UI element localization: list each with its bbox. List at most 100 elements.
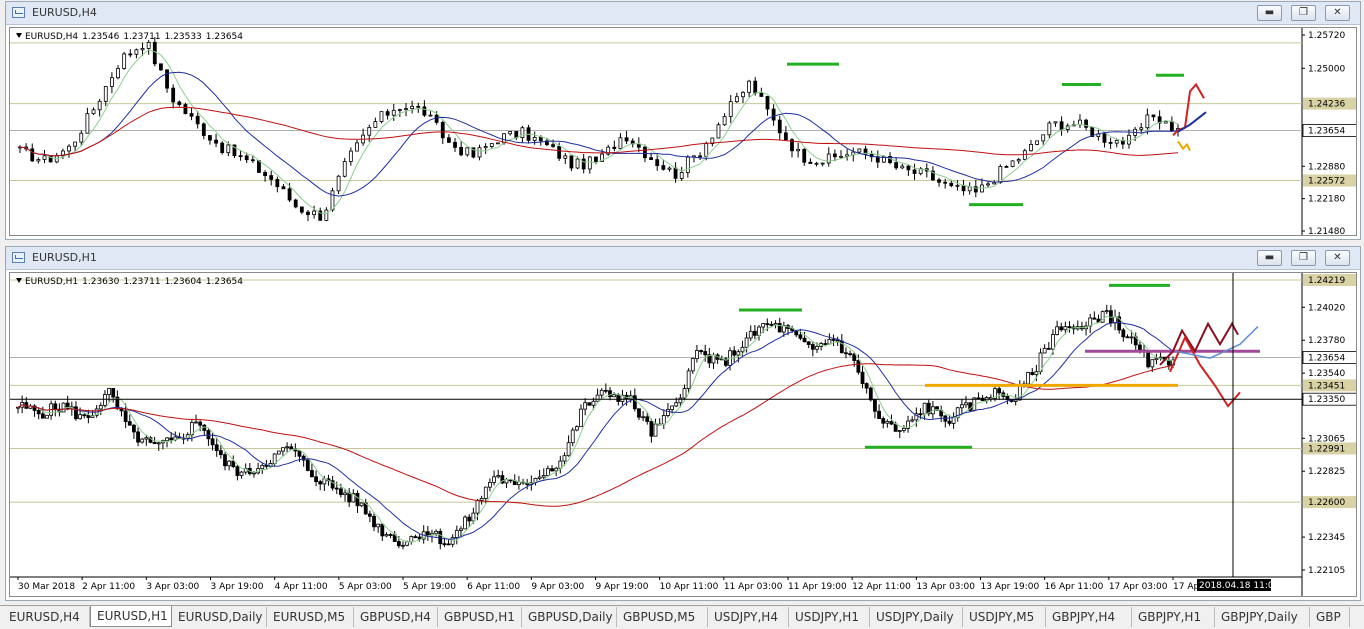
- chart-tab-eurusd-h4[interactable]: EURUSD,H4: [3, 607, 90, 627]
- candle-body: [1041, 134, 1046, 142]
- candle-body: [322, 478, 327, 485]
- restore-button[interactable]: ❐: [1291, 250, 1316, 266]
- chart-tab-eurusd-m5[interactable]: EURUSD,M5: [267, 607, 354, 627]
- chart-tab-gbp[interactable]: GBP: [1310, 607, 1350, 627]
- candle-body: [1154, 357, 1159, 361]
- close-button[interactable]: ✕: [1325, 250, 1350, 266]
- chart-tab-usdjpy-h1[interactable]: USDJPY,H1: [789, 607, 870, 627]
- candle-body: [777, 119, 782, 134]
- candle-body: [520, 127, 525, 139]
- candle-body: [894, 162, 899, 169]
- candle-body: [902, 428, 906, 431]
- candle-body: [897, 430, 902, 432]
- candle-body: [86, 414, 91, 418]
- candle-body: [873, 399, 877, 412]
- window-titlebar[interactable]: EURUSD,H1 ▬ ❐ ✕: [6, 247, 1360, 270]
- candle-body: [587, 402, 592, 406]
- candle-body: [835, 339, 840, 342]
- restore-button[interactable]: ❐: [1291, 5, 1316, 21]
- chart-tab-gbpusd-h4[interactable]: GBPUSD,H4: [354, 607, 438, 627]
- candle-body: [741, 91, 745, 98]
- chart-tab-gbpusd-daily[interactable]: GBPUSD,Daily: [522, 607, 617, 627]
- candle-body: [947, 420, 952, 424]
- candle-body: [111, 388, 116, 398]
- candle-body: [330, 190, 335, 211]
- candle-body: [103, 86, 108, 102]
- collapse-triangle-icon[interactable]: [16, 33, 22, 38]
- candle-body: [263, 172, 267, 177]
- minimize-button[interactable]: ▬: [1257, 250, 1282, 266]
- chart-tab-gbpjpy-h4[interactable]: GBPJPY,H4: [1046, 607, 1132, 627]
- candle-body: [699, 350, 703, 352]
- candle-body: [1034, 371, 1039, 375]
- window-titlebar[interactable]: EURUSD,H4 ▬ ❐ ✕: [6, 2, 1360, 25]
- candle-body: [761, 323, 766, 328]
- price-chart-h4[interactable]: 1.25720 1.25000 1.24236 1.23654 1.22880 1.225…: [9, 27, 1357, 236]
- chart-canvas-h1[interactable]: 1.24219 1.24020 1.23780 1.23654 1.23540 1.234…: [10, 273, 1357, 597]
- info-open: 1.23546: [82, 32, 120, 42]
- chart-tab-usdjpy-h4[interactable]: USDJPY,H4: [708, 607, 789, 627]
- candle-body: [827, 339, 832, 345]
- candle-body: [1051, 334, 1055, 350]
- chart-tab-gbpjpy-daily[interactable]: GBPJPY,Daily: [1215, 607, 1310, 627]
- candle-body: [189, 113, 194, 117]
- chart-tab-gbpusd-m5[interactable]: GBPUSD,M5: [617, 607, 708, 627]
- candle-body: [475, 499, 480, 514]
- candle-body: [287, 188, 292, 201]
- chart-tab-gbpjpy-h1[interactable]: GBPJPY,H1: [1132, 607, 1215, 627]
- candle-body: [667, 167, 672, 170]
- candle-body: [214, 444, 219, 451]
- candle-body: [868, 387, 873, 401]
- candle-body: [881, 418, 886, 424]
- candle-body: [85, 113, 90, 134]
- candle-body: [937, 179, 941, 183]
- candle-body: [396, 541, 401, 547]
- candle-body: [769, 323, 774, 326]
- candle-body: [562, 455, 567, 462]
- candle-body: [483, 486, 488, 499]
- candle-body: [359, 502, 364, 507]
- price-label: 1.23350: [1308, 395, 1345, 405]
- price-label: 1.23654: [1308, 354, 1345, 364]
- candle-body: [1059, 326, 1064, 331]
- candle-body: [1022, 150, 1027, 160]
- time-label: 11 Apr 03:00: [724, 582, 783, 592]
- candle-body: [376, 523, 381, 528]
- minimize-button[interactable]: ▬: [1257, 5, 1282, 21]
- close-button[interactable]: ✕: [1325, 5, 1350, 21]
- chart-window-h1[interactable]: EURUSD,H1 ▬ ❐ ✕ 1.24219 1.24020 1.23780 1.2…: [5, 246, 1361, 601]
- candle-body: [348, 150, 353, 162]
- candle-body: [416, 105, 421, 108]
- candle-body: [231, 460, 236, 468]
- time-label: 2 Apr 11:00: [82, 582, 135, 592]
- candle-body: [864, 383, 869, 389]
- price-label: 1.25720: [1308, 31, 1345, 41]
- candle-body: [355, 493, 360, 507]
- chart-tab-eurusd-daily[interactable]: EURUSD,Daily: [172, 607, 267, 627]
- candle-body: [336, 175, 341, 192]
- collapse-triangle-icon[interactable]: [16, 278, 22, 283]
- candle-body: [1026, 372, 1031, 385]
- candle-body: [425, 531, 430, 536]
- chart-window-h4[interactable]: EURUSD,H4 ▬ ❐ ✕ 1.25720 1.25000 1.24236 1.2…: [5, 1, 1361, 240]
- candle-body: [223, 454, 227, 467]
- candle-body: [802, 337, 807, 343]
- time-label: 13 Apr 03:00: [916, 582, 975, 592]
- price-chart-h1[interactable]: 1.24219 1.24020 1.23780 1.23654 1.23540 1.234…: [9, 272, 1357, 597]
- candle-body: [951, 417, 956, 424]
- chart-tab-usdjpy-daily[interactable]: USDJPY,Daily: [870, 607, 963, 627]
- chart-tab-usdjpy-m5[interactable]: USDJPY,M5: [963, 607, 1046, 627]
- candle-body: [489, 142, 494, 147]
- price-label: 1.23451: [1308, 381, 1345, 391]
- chart-canvas-h4[interactable]: 1.25720 1.25000 1.24236 1.23654 1.22880 1.225…: [10, 28, 1357, 236]
- candle-body: [459, 146, 464, 156]
- candle-body: [384, 534, 389, 537]
- projection-arrow-blue: [1177, 111, 1207, 133]
- candle-body: [134, 49, 139, 55]
- candle-body: [171, 87, 176, 103]
- time-label: 10 Apr 11:00: [660, 582, 719, 592]
- chart-tab-eurusd-h1[interactable]: EURUSD,H1: [90, 606, 172, 627]
- chart-tab-gbpusd-h1[interactable]: GBPUSD,H1: [438, 607, 522, 627]
- time-label: 13 Apr 19:00: [981, 582, 1040, 592]
- price-label: 1.21480: [1308, 227, 1345, 236]
